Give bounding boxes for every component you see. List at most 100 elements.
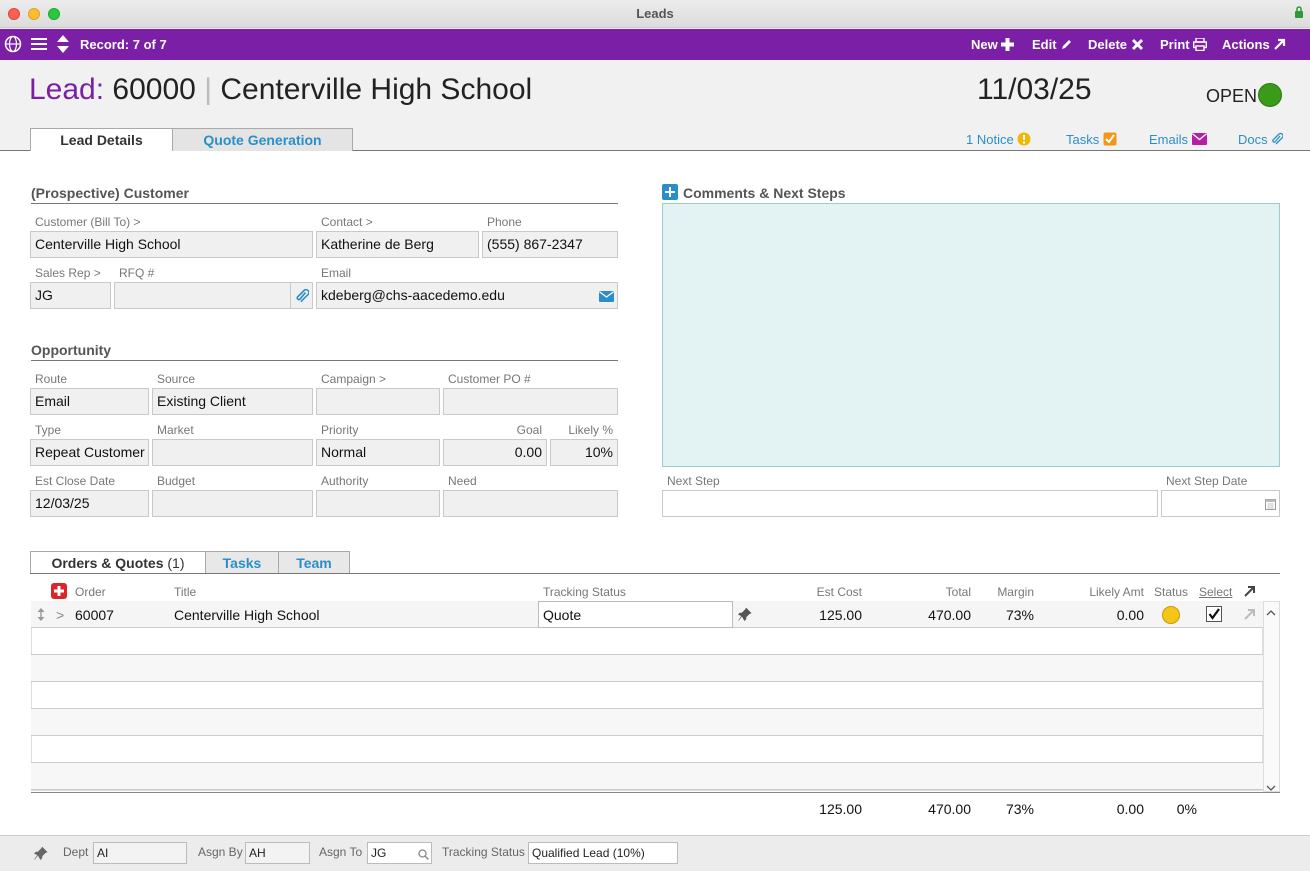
phone-field[interactable]: (555) 867-2347	[482, 231, 618, 258]
orders-tab-label: Orders & Quotes	[51, 555, 164, 571]
asgn-by-field[interactable]: AH	[245, 842, 310, 864]
goal-field[interactable]: 0.00	[443, 439, 547, 466]
paperclip-icon	[1272, 132, 1284, 145]
tab-tasks[interactable]: Tasks	[205, 551, 279, 574]
add-comment-button[interactable]	[662, 184, 678, 200]
orders-tab-count: (1)	[167, 555, 185, 571]
print-button[interactable]: Print	[1160, 37, 1208, 52]
page-title: Lead: 60000 | Centerville High School	[29, 73, 532, 107]
tracking-status-field[interactable]: Qualified Lead (10%)	[528, 842, 678, 864]
type-field[interactable]: Repeat Customer	[30, 439, 149, 466]
comments-textarea[interactable]	[662, 203, 1280, 467]
goal-label: Goal	[516, 423, 542, 437]
opportunity-section-divider	[31, 360, 618, 361]
tab-lead-details[interactable]: Lead Details	[30, 128, 173, 152]
row-select-checkbox[interactable]	[1206, 606, 1222, 622]
next-step-date-field[interactable]	[1161, 490, 1280, 517]
warning-icon	[1017, 132, 1031, 146]
record-nav-arrows-icon[interactable]	[56, 34, 70, 57]
tasks-link-label: Tasks	[1066, 132, 1100, 147]
table-row-empty	[31, 736, 1263, 763]
salesrep-label[interactable]: Sales Rep >	[35, 266, 101, 280]
scroll-up-icon[interactable]	[1266, 605, 1276, 620]
globe-icon[interactable]	[4, 35, 22, 56]
salesrep-field[interactable]: JG	[30, 282, 111, 309]
campaign-field[interactable]	[316, 388, 440, 415]
type-label: Type	[35, 423, 62, 437]
dept-field[interactable]: AI	[93, 842, 187, 864]
total-margin: 73%	[1005, 801, 1034, 817]
priority-field[interactable]: Normal	[316, 439, 440, 466]
budget-field[interactable]	[152, 490, 313, 517]
est-close-field[interactable]: 12/03/25	[30, 490, 149, 517]
search-icon[interactable]	[418, 848, 429, 863]
authority-label: Authority	[321, 474, 369, 488]
pin-icon[interactable]	[737, 607, 752, 624]
pencil-icon	[1062, 40, 1072, 49]
grid-bottom-border	[31, 792, 1280, 793]
customer-po-field[interactable]	[443, 388, 618, 415]
table-row-empty	[31, 682, 1263, 709]
col-total: Total	[945, 585, 971, 599]
edit-button[interactable]: Edit	[1032, 37, 1073, 52]
customer-section-divider	[31, 203, 618, 204]
col-likely-amt: Likely Amt	[1089, 585, 1144, 599]
new-button-label: New	[971, 37, 998, 52]
list-menu-icon[interactable]	[31, 37, 47, 54]
docs-link[interactable]: Docs	[1238, 132, 1284, 147]
row-likely-amt: 0.00	[1116, 607, 1144, 623]
delete-button[interactable]: Delete	[1088, 37, 1144, 52]
budget-label: Budget	[157, 474, 196, 488]
plus-icon	[1001, 38, 1015, 51]
row-open-arrow-icon[interactable]	[1243, 608, 1256, 624]
checkmark-icon	[1208, 608, 1220, 620]
authority-field[interactable]	[316, 490, 440, 517]
send-email-icon[interactable]	[599, 290, 614, 305]
calendar-icon[interactable]	[1265, 498, 1276, 513]
row-expander[interactable]: >	[56, 607, 64, 623]
route-field[interactable]: Email	[30, 388, 149, 415]
tab-quote-generation[interactable]: Quote Generation	[172, 128, 353, 151]
actions-button[interactable]: Actions	[1222, 37, 1286, 52]
market-field[interactable]	[152, 439, 313, 466]
route-label: Route	[35, 372, 68, 386]
rfq-attach-button[interactable]	[290, 282, 313, 309]
need-field[interactable]	[443, 490, 618, 517]
tab-orders-quotes[interactable]: Orders & Quotes (1)	[30, 551, 206, 574]
lead-customer-name: Centerville High School	[220, 73, 533, 106]
drag-handle-icon[interactable]	[36, 607, 46, 625]
email-field[interactable]: kdeberg@chs-aacedemo.edu	[316, 282, 618, 309]
add-order-button[interactable]	[51, 583, 67, 599]
col-select[interactable]: Select	[1199, 585, 1232, 599]
customer-field[interactable]: Centerville High School	[30, 231, 313, 258]
customer-label[interactable]: Customer (Bill To) >	[35, 215, 140, 229]
pin-icon[interactable]	[33, 846, 48, 863]
new-button[interactable]: New	[971, 37, 1015, 52]
plus-icon	[665, 187, 675, 197]
emails-link[interactable]: Emails	[1149, 132, 1207, 147]
phone-label: Phone	[487, 215, 522, 229]
next-step-field[interactable]	[662, 490, 1158, 517]
table-row-empty	[31, 628, 1263, 655]
source-field[interactable]: Existing Client	[152, 388, 313, 415]
asgn-by-label: Asgn By	[198, 845, 243, 859]
tab-team[interactable]: Team	[278, 551, 350, 574]
market-label: Market	[157, 423, 194, 437]
open-all-arrow-icon[interactable]	[1243, 585, 1256, 601]
printer-icon	[1193, 37, 1208, 52]
rfq-field[interactable]	[114, 282, 291, 309]
need-label: Need	[448, 474, 477, 488]
likely-field[interactable]: 10%	[550, 439, 618, 466]
lead-date: 11/03/25	[977, 73, 1092, 106]
tasks-link[interactable]: Tasks	[1066, 132, 1117, 147]
contact-field[interactable]: Katherine de Berg	[316, 231, 479, 258]
total-total: 470.00	[928, 801, 971, 817]
campaign-label[interactable]: Campaign >	[321, 372, 386, 386]
notice-link-label: 1 Notice	[966, 132, 1014, 147]
table-row-empty	[31, 655, 1263, 682]
contact-label[interactable]: Contact >	[321, 215, 373, 229]
grid-scrollbar[interactable]	[1263, 601, 1280, 792]
notice-link[interactable]: 1 Notice	[966, 132, 1031, 147]
col-status: Status	[1154, 585, 1189, 599]
lead-number: 60000	[112, 73, 196, 106]
